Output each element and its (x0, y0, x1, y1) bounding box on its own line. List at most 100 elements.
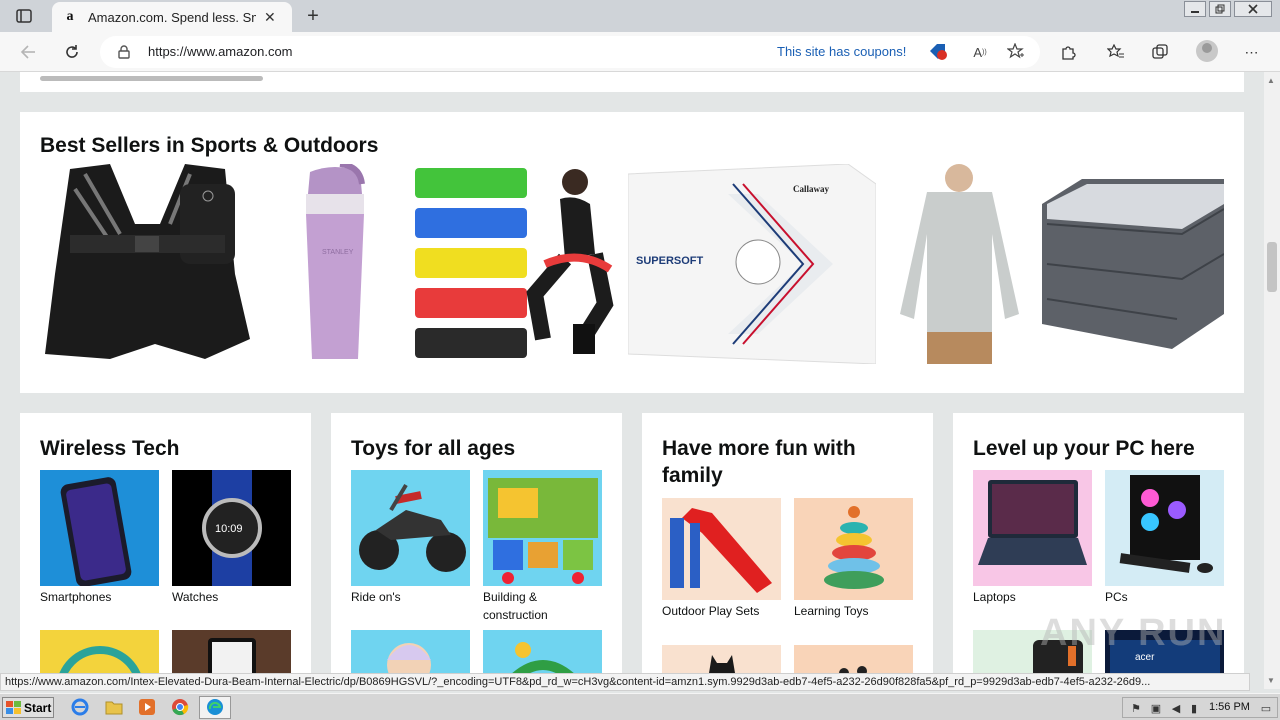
tile-label[interactable]: PCs (1105, 588, 1224, 606)
card-title: Level up your PC here (973, 437, 1195, 460)
coupon-icon[interactable] (927, 42, 949, 62)
tile-laptops[interactable]: Laptops (973, 470, 1092, 606)
chrome-icon[interactable] (170, 698, 190, 716)
slide-image[interactable] (662, 498, 781, 600)
scroll-down-icon[interactable]: ▼ (1267, 676, 1275, 685)
browser-tab-bar: a Amazon.com. Spend less. Smile more. ✕ … (0, 0, 1280, 32)
carousel-scrollbar[interactable] (40, 76, 263, 81)
close-window-button[interactable] (1234, 1, 1272, 17)
battery-icon[interactable]: ▮ (1187, 701, 1201, 715)
watch-image[interactable]: 10:09 (172, 470, 291, 586)
tab-title: Amazon.com. Spend less. Smile more. (88, 9, 256, 25)
back-icon[interactable] (15, 40, 41, 64)
tab-actions-icon[interactable] (10, 6, 38, 26)
playset-image[interactable] (483, 630, 602, 673)
read-aloud-icon[interactable]: A)) (969, 42, 991, 62)
flag-icon[interactable]: ⚑ (1129, 701, 1143, 715)
more-menu-icon[interactable]: ⋯ (1239, 40, 1265, 64)
ie-icon[interactable] (70, 698, 90, 716)
browser-toolbar: https://www.amazon.com This site has cou… (0, 32, 1280, 72)
start-button[interactable]: Start (2, 697, 54, 718)
stacking-toy-image[interactable] (794, 498, 913, 600)
tile-action-figures[interactable] (662, 645, 781, 673)
lock-icon[interactable] (118, 45, 130, 64)
add-favorite-icon[interactable] (1005, 42, 1027, 62)
tile-playsets[interactable] (483, 630, 602, 673)
tile-label[interactable]: Outdoor Play Sets (662, 602, 781, 620)
close-tab-icon[interactable]: ✕ (264, 9, 276, 26)
gaming-pc-image[interactable] (1105, 470, 1224, 586)
best-sellers-card: Best Sellers in Sports & Outdoors STANLE… (20, 112, 1244, 393)
tile-tablets[interactable] (172, 630, 291, 673)
taskbar-clock[interactable]: 1:56 PM (1209, 701, 1250, 713)
tile-learning-toys[interactable]: Learning Toys (794, 498, 913, 620)
scroll-up-icon[interactable]: ▲ (1267, 76, 1275, 85)
svg-text:SUPERSOFT: SUPERSOFT (636, 255, 704, 267)
windows-logo-icon (6, 700, 21, 714)
headphones-image[interactable] (40, 630, 159, 673)
tile-label[interactable]: Smartphones (40, 588, 159, 606)
tile-label[interactable]: Ride on's (351, 588, 470, 606)
watermark-text: ANY RUN (1040, 612, 1227, 654)
card-title: Toys for all ages (351, 437, 516, 460)
svg-text:Callaway: Callaway (793, 184, 830, 194)
new-tab-button[interactable]: + (302, 5, 324, 27)
favorites-icon[interactable] (1103, 40, 1129, 64)
edge-icon[interactable] (205, 698, 225, 716)
laptop-image[interactable] (973, 470, 1092, 586)
svg-text:STANLEY: STANLEY (322, 249, 354, 256)
game-image[interactable] (794, 645, 913, 673)
tile-watches[interactable]: 10:09 Watches (172, 470, 291, 606)
volume-icon[interactable]: ◀ (1169, 701, 1183, 715)
restore-button[interactable] (1209, 1, 1231, 17)
browser-tab[interactable]: a Amazon.com. Spend less. Smile more. ✕ (52, 2, 292, 32)
tile-label[interactable]: Building & construction (483, 588, 602, 624)
media-player-icon[interactable] (137, 698, 157, 716)
best-sellers-title: Best Sellers in Sports & Outdoors (40, 134, 379, 157)
tile-headphones[interactable] (40, 630, 159, 673)
page-viewport: Best Sellers in Sports & Outdoors STANLE… (0, 72, 1264, 673)
resistance-bands-image[interactable] (415, 164, 615, 364)
profile-avatar[interactable] (1196, 40, 1218, 62)
refresh-icon[interactable] (59, 40, 85, 64)
building-blocks-image[interactable] (483, 470, 602, 586)
windows-taskbar: Start ⚑ ▣ ◀ ▮ 1:56 PM ▭ (0, 693, 1280, 720)
golf-balls-box-image[interactable]: SUPERSOFT Callaway (627, 163, 877, 365)
network-icon[interactable]: ▣ (1149, 701, 1163, 715)
scrollbar-thumb[interactable] (1267, 242, 1277, 292)
address-bar[interactable]: https://www.amazon.com This site has cou… (100, 36, 1040, 68)
doll-image[interactable] (351, 630, 470, 673)
air-mattress-image[interactable] (1042, 164, 1225, 364)
weighted-vest-image[interactable] (40, 164, 252, 364)
tile-games[interactable] (794, 645, 913, 673)
show-desktop-icon[interactable]: ▭ (1259, 701, 1273, 715)
collections-icon[interactable] (1147, 40, 1173, 64)
tile-pcs[interactable]: PCs (1105, 470, 1224, 606)
tile-label[interactable]: Watches (172, 588, 291, 606)
ride-on-image[interactable] (351, 470, 470, 586)
coupons-link[interactable]: This site has coupons! (777, 44, 906, 59)
tumbler-image[interactable]: STANLEY (300, 161, 370, 364)
family-fun-card: Have more fun with family Outdoor Play S… (642, 413, 933, 673)
batman-image[interactable] (662, 645, 781, 673)
tile-outdoor-play[interactable]: Outdoor Play Sets (662, 498, 781, 620)
status-bar-url: https://www.amazon.com/Intex-Elevated-Du… (0, 673, 1250, 691)
tile-dolls[interactable] (351, 630, 470, 673)
extensions-icon[interactable] (1055, 40, 1081, 64)
carousel-strip (20, 72, 1244, 92)
tile-label[interactable]: Laptops (973, 588, 1092, 606)
minimize-button[interactable] (1184, 1, 1206, 17)
url-text[interactable]: https://www.amazon.com (148, 44, 293, 59)
toys-card: Toys for all ages Ride on's Building & c… (331, 413, 622, 673)
svg-text:10:09: 10:09 (215, 523, 243, 535)
long-sleeve-shirt-image[interactable] (897, 164, 1022, 364)
tile-ride-ons[interactable]: Ride on's (351, 470, 470, 606)
tile-label[interactable]: Learning Toys (794, 602, 913, 620)
page-scrollbar[interactable]: ▲ ▼ (1264, 72, 1280, 689)
folder-icon[interactable] (104, 698, 124, 716)
tablet-image[interactable] (172, 630, 291, 673)
system-tray: ⚑ ▣ ◀ ▮ 1:56 PM ▭ (1122, 697, 1278, 718)
smartphone-image[interactable] (40, 470, 159, 586)
tile-building[interactable]: Building & construction (483, 470, 602, 624)
tile-smartphones[interactable]: Smartphones (40, 470, 159, 606)
